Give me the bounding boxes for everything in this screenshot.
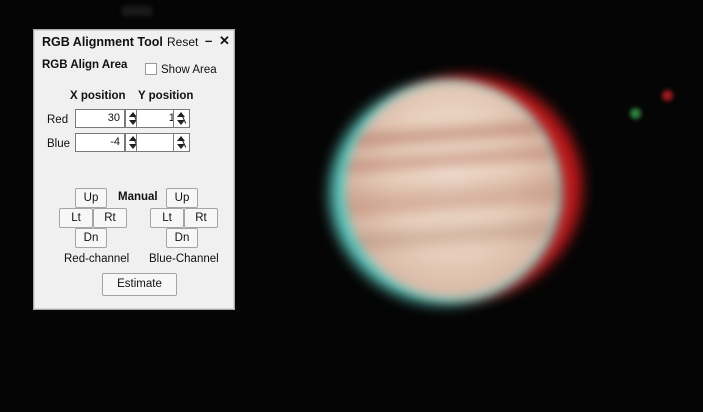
y-position-header: Y position <box>138 90 194 102</box>
blue-row-label: Blue <box>47 138 71 150</box>
show-area-label: Show Area <box>161 64 217 76</box>
red-channel-label: Red-channel <box>64 253 130 265</box>
align-area-title: RGB Align Area <box>42 59 128 71</box>
moon-green <box>630 108 641 119</box>
image-artifact <box>122 6 152 16</box>
blue-left-button[interactable]: Lt <box>150 208 184 228</box>
red-row-label: Red <box>47 114 69 126</box>
red-up-button[interactable]: Up <box>75 188 107 208</box>
red-x-input[interactable]: 30 <box>75 109 125 128</box>
blue-y-spinner-icon[interactable] <box>173 133 190 152</box>
red-right-button[interactable]: Rt <box>93 208 127 228</box>
x-position-header: X position <box>70 90 126 102</box>
reset-button[interactable]: Reset <box>167 35 198 49</box>
panel-titlebar[interactable]: RGB Alignment Tool Reset – ✕ <box>34 30 234 54</box>
red-y-spinner-icon[interactable] <box>173 109 190 128</box>
blue-channel-label: Blue-Channel <box>149 253 219 265</box>
close-icon[interactable]: ✕ <box>219 33 230 49</box>
estimate-button[interactable]: Estimate <box>102 273 177 296</box>
red-left-button[interactable]: Lt <box>59 208 93 228</box>
moon-red <box>662 90 673 101</box>
blue-down-button[interactable]: Dn <box>166 228 198 248</box>
show-area-checkbox[interactable] <box>145 63 157 75</box>
minimize-icon[interactable]: – <box>205 33 212 48</box>
rgb-alignment-panel: RGB Alignment Tool Reset – ✕ RGB Align A… <box>33 29 235 310</box>
blue-x-input[interactable]: -4 <box>75 133 125 152</box>
blue-up-button[interactable]: Up <box>166 188 198 208</box>
planet-core <box>345 82 559 298</box>
manual-label: Manual <box>118 191 158 203</box>
blue-right-button[interactable]: Rt <box>184 208 218 228</box>
panel-title: RGB Alignment Tool <box>42 35 163 49</box>
red-down-button[interactable]: Dn <box>75 228 107 248</box>
